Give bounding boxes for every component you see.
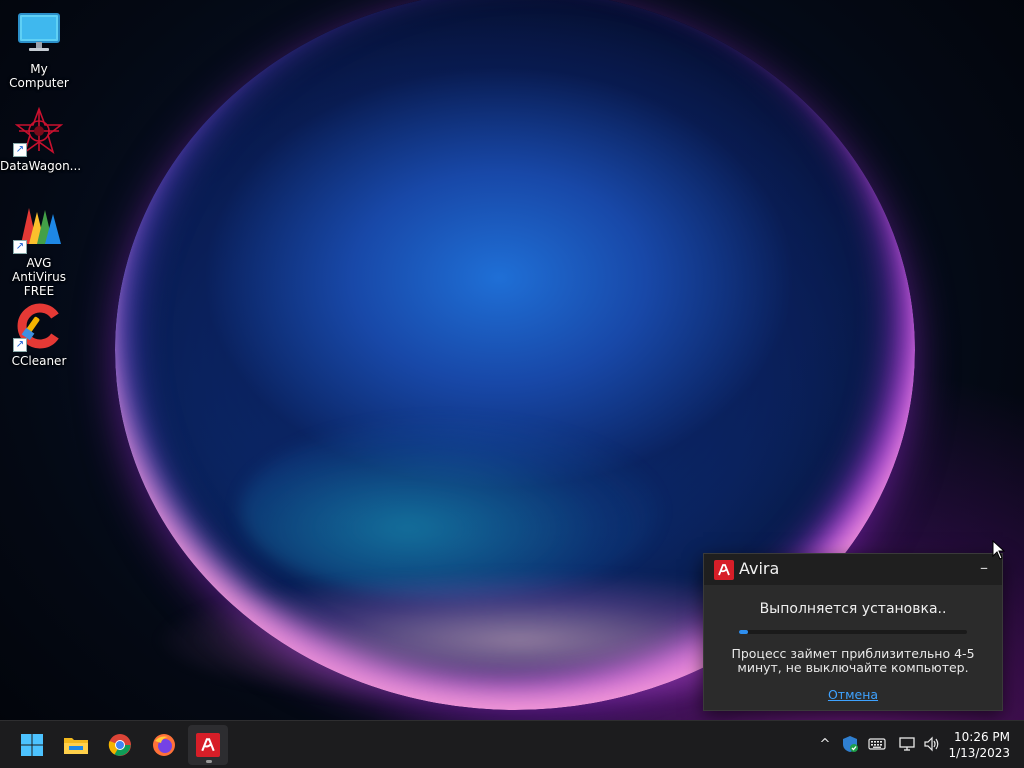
volume-icon[interactable] [922, 734, 942, 754]
desktop-icon-label: CCleaner [11, 354, 67, 368]
windows-start-icon [21, 734, 43, 756]
firefox-icon [153, 734, 175, 756]
system-clock[interactable]: 10:26 PM 1/13/2023 [948, 729, 1010, 761]
desktop-icon-label: AVG AntiVirus FREE [12, 256, 66, 298]
avira-logo-icon [714, 560, 734, 580]
taskbar: ^ 10:26 PM 1/13/2023 [0, 720, 1024, 768]
network-icon[interactable] [898, 734, 918, 754]
avira-installer-window: Avira – Выполняется установка.. Процесс … [703, 553, 1003, 711]
install-progress-bar [739, 630, 967, 634]
ccleaner-logo-icon: ↗ [13, 302, 63, 352]
desktop-icon-avg-antivirus[interactable]: ↗ AVG AntiVirus FREE [0, 204, 78, 298]
avira-icon [196, 733, 220, 757]
keyboard-icon[interactable] [867, 734, 887, 754]
taskbar-firefox[interactable] [144, 725, 184, 765]
folder-icon [64, 738, 88, 754]
clock-time: 10:26 PM [954, 730, 1010, 744]
minimize-button[interactable]: – [980, 558, 988, 577]
shortcut-arrow-icon: ↗ [13, 240, 27, 254]
avg-logo-icon: ↗ [13, 204, 63, 254]
chrome-icon [108, 734, 131, 756]
shortcut-arrow-icon: ↗ [13, 143, 27, 157]
desktop-icon-label: DataWagon... [0, 159, 82, 173]
cancel-link[interactable]: Отмена [704, 687, 1002, 702]
install-progress-fill [739, 630, 749, 634]
taskbar-chrome[interactable] [100, 725, 140, 765]
start-button[interactable] [12, 725, 52, 765]
shortcut-arrow-icon: ↗ [13, 338, 27, 352]
desktop-icon-label: My Computer [9, 62, 69, 90]
desktop-icon-datawagon[interactable]: ↗ DataWagon... [0, 106, 82, 173]
tray-chevron-icon[interactable]: ^ [815, 734, 835, 754]
desktop-icon-ccleaner[interactable]: ↗ CCleaner [0, 302, 78, 368]
desktop-icon-my-computer[interactable]: My Computer [0, 10, 78, 90]
security-shield-icon[interactable] [840, 734, 860, 754]
datawagon-logo-icon: ↗ [13, 106, 64, 157]
install-status-text: Выполняется установка.. [759, 601, 947, 617]
install-message: Процесс займет приблизительно 4-5 минут,… [731, 646, 975, 675]
avira-title-bar: Avira – [704, 554, 1002, 585]
avira-title: Avira [739, 559, 780, 578]
taskbar-file-explorer[interactable] [56, 725, 96, 765]
clock-date: 1/13/2023 [948, 746, 1010, 760]
monitor-icon [15, 10, 63, 58]
taskbar-avira[interactable] [188, 725, 228, 765]
mouse-cursor-icon [992, 539, 1006, 564]
running-indicator [206, 760, 212, 763]
